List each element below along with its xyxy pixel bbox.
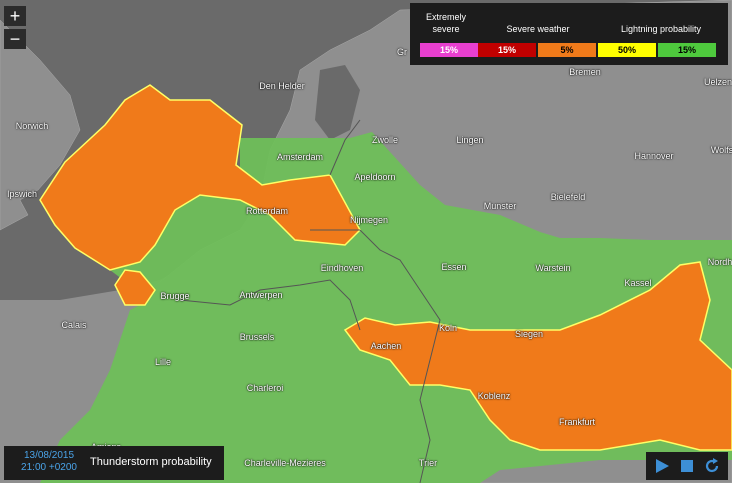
city-label: Munster	[483, 201, 517, 211]
city-label: Lille	[154, 357, 172, 367]
city-label: Siegen	[514, 329, 544, 339]
city-label: Antwerpen	[239, 290, 283, 300]
city-label: Bremen	[569, 67, 601, 77]
city-label: Essen	[441, 262, 467, 272]
city-label: Bielefeld	[550, 192, 586, 202]
refresh-icon[interactable]	[703, 457, 721, 475]
city-label: Charleville-Mezieres	[244, 458, 326, 468]
zoom-in-button[interactable]: +	[4, 6, 26, 26]
legend-swatch-4: 15%	[658, 43, 716, 57]
city-label: Warstein	[535, 263, 571, 273]
city-label: Wolfs	[710, 145, 732, 155]
city-label: Amsterdam	[276, 152, 324, 162]
city-label: Frankfurt	[558, 417, 596, 427]
legend-swatch-3: 50%	[598, 43, 656, 57]
city-label: Apeldoorn	[354, 172, 396, 182]
city-label: Uelzen	[703, 77, 732, 87]
zoom-out-button[interactable]: −	[4, 29, 26, 49]
city-label: Nordh	[707, 257, 732, 267]
city-label: Brugge	[160, 291, 190, 301]
date-label: 13/08/2015	[23, 450, 75, 461]
city-label: Kassel	[624, 278, 652, 288]
layer-title: Thunderstorm probability	[90, 456, 212, 468]
legend-extreme-heading: Extremely severe	[425, 12, 466, 34]
playback-controls	[646, 452, 728, 480]
legend-lightning-heading: Lightning probability	[620, 24, 702, 34]
legend-severe-heading: Severe weather	[506, 24, 570, 34]
time-label: 21:00 +0200	[21, 462, 77, 473]
city-label: Nijmegen	[349, 215, 389, 225]
legend-swatch-1: 15%	[478, 43, 536, 57]
stop-icon[interactable]	[678, 457, 696, 475]
city-label: Norwich	[15, 121, 49, 131]
city-label: Calais	[61, 320, 87, 330]
city-label: Eindhoven	[320, 263, 364, 273]
legend-panel: Extremely severe Severe weather Lightnin…	[410, 3, 728, 65]
city-label: Gr	[397, 47, 407, 57]
city-label: Koln	[438, 323, 458, 333]
legend-swatch-2: 5%	[538, 43, 596, 57]
city-label: Ipswich	[6, 189, 38, 199]
city-label: Hannover	[634, 151, 674, 161]
city-label: Koblenz	[477, 391, 511, 401]
city-label: Trier	[418, 458, 438, 468]
city-label: Brussels	[239, 332, 275, 342]
city-label: Lingen	[456, 135, 484, 145]
legend-swatch-0: 15%	[420, 43, 478, 57]
city-label: Rotterdam	[245, 206, 289, 216]
city-label: Den Helder	[259, 81, 305, 91]
city-label: Aachen	[370, 341, 402, 351]
city-label: Charleroi	[246, 383, 284, 393]
play-icon[interactable]	[653, 457, 671, 475]
map-canvas[interactable]	[0, 0, 732, 483]
city-label: Zwolle	[371, 135, 399, 145]
timestamp-panel: 13/08/2015 21:00 +0200 Thunderstorm prob…	[4, 446, 224, 480]
